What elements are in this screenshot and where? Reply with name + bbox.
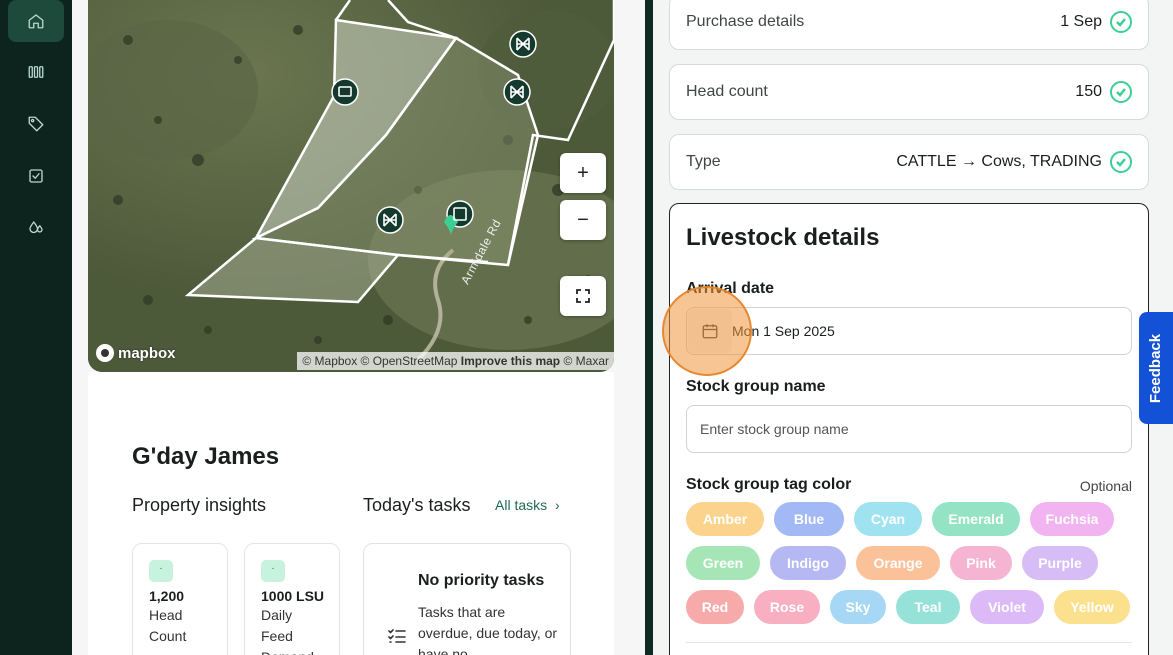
nav-home[interactable] (8, 0, 64, 42)
improve-map-link[interactable]: Improve this map (461, 354, 560, 368)
type-row[interactable]: Type CATTLE → Cows, TRADING (669, 134, 1149, 190)
expand-icon (576, 289, 590, 303)
task-card-title: No priority tasks (418, 572, 545, 589)
stat-card-feed-demand[interactable]: · 1000 LSU Daily Feed Demand (244, 543, 340, 655)
tag-color-orange[interactable]: Orange (856, 546, 940, 580)
stock-group-name-input[interactable] (687, 421, 1131, 437)
purchase-details-row[interactable]: Purchase details 1 Sep (669, 0, 1149, 50)
feedback-button[interactable]: Feedback (1139, 312, 1173, 424)
stat-card-head-count[interactable]: · 1,200 Head Count (132, 543, 228, 655)
tag-color-pink[interactable]: Pink (950, 546, 1012, 580)
all-tasks-label: All tasks (495, 497, 548, 513)
stat-icon: · (261, 560, 285, 582)
stock-group-name-field[interactable] (686, 405, 1132, 453)
row-value: 1 Sep (1060, 13, 1102, 30)
arrival-date-value: Mon 1 Sep 2025 (732, 323, 835, 339)
satellite-imagery (88, 0, 614, 372)
head-count-row[interactable]: Head count 150 (669, 64, 1149, 120)
tag-color-amber[interactable]: Amber (686, 502, 764, 536)
zoom-out-button[interactable]: − (560, 200, 606, 240)
livestock-details-title: Livestock details (686, 224, 880, 251)
tag-color-label: Stock group tag color (686, 476, 852, 493)
greeting: G'day James (132, 443, 280, 470)
tag-color-cyan[interactable]: Cyan (854, 502, 922, 536)
row-label: Type (686, 153, 721, 170)
tag-color-green[interactable]: Green (686, 546, 760, 580)
add-livestock-panel: Purchase details 1 Sep Head count 150 Ty… (653, 0, 1173, 655)
row-value: 150 (1075, 83, 1102, 100)
nav-tags[interactable] (8, 103, 64, 145)
tag-icon (28, 116, 44, 132)
stat-value: 1000 LSU (261, 588, 325, 604)
nav-paddocks[interactable] (8, 51, 64, 93)
zoom-in-button[interactable]: + (560, 153, 606, 193)
check-circle-icon (1110, 151, 1132, 173)
sidebar (0, 0, 72, 655)
nav-water[interactable] (8, 207, 64, 249)
checklist-icon (388, 629, 406, 643)
paddocks-icon (28, 66, 44, 78)
task-card[interactable]: No priority tasks Tasks that are overdue… (363, 543, 571, 655)
nav-tasks[interactable] (8, 155, 64, 197)
mapbox-logo-icon (96, 344, 114, 362)
row-label: Head count (686, 83, 768, 100)
feedback-label: Feedback (1147, 333, 1165, 403)
attribution-maxar: © Maxar (563, 354, 609, 368)
stat-label: Daily Feed Demand (261, 607, 314, 655)
tag-color-teal[interactable]: Teal (896, 590, 960, 624)
task-card-body: Tasks that are overdue, due today, or ha… (418, 604, 558, 655)
tag-color-violet[interactable]: Violet (970, 590, 1044, 624)
all-tasks-link[interactable]: All tasks › (495, 497, 560, 513)
main-pane: Armidale Rd + − mapbox © Mapbox © OpenSt… (72, 0, 645, 655)
chevron-right-icon: › (555, 497, 560, 513)
mapbox-logo-text: mapbox (118, 344, 176, 362)
stock-group-name-label: Stock group name (686, 378, 826, 395)
tag-color-purple[interactable]: Purple (1022, 546, 1098, 580)
check-circle-icon (1110, 11, 1132, 33)
property-map[interactable]: Armidale Rd + − mapbox © Mapbox © OpenSt… (88, 0, 614, 372)
tag-color-blue[interactable]: Blue (774, 502, 844, 536)
tag-color-emerald[interactable]: Emerald (932, 502, 1020, 536)
map-attribution: © Mapbox © OpenStreetMap Improve this ma… (297, 352, 614, 370)
task-check-icon (29, 169, 43, 183)
tag-color-yellow[interactable]: Yellow (1054, 590, 1130, 624)
divider (686, 642, 1132, 643)
row-value: CATTLE → Cows, TRADING (896, 153, 1102, 170)
optional-label: Optional (1079, 478, 1132, 494)
row-label: Purchase details (686, 13, 805, 30)
arrival-date-field[interactable]: Mon 1 Sep 2025 (686, 307, 1132, 355)
livestock-details-section: Livestock details Arrival date Mon 1 Sep… (669, 203, 1149, 655)
check-circle-icon (1110, 81, 1132, 103)
drops-icon (29, 221, 43, 234)
stat-label: Head Count (149, 607, 187, 644)
tag-color-rose[interactable]: Rose (754, 590, 820, 624)
arrival-date-label: Arrival date (686, 280, 775, 297)
property-insights-heading: Property insights (132, 495, 267, 515)
calendar-icon[interactable] (688, 309, 732, 353)
tag-color-indigo[interactable]: Indigo (770, 546, 846, 580)
attribution-text: © Mapbox © OpenStreetMap (302, 354, 458, 368)
todays-tasks-heading: Today's tasks (363, 495, 471, 515)
home-icon (28, 14, 44, 29)
fullscreen-button[interactable] (560, 276, 606, 316)
stat-value: 1,200 (149, 588, 185, 604)
tag-color-fuchsia[interactable]: Fuchsia (1030, 502, 1114, 536)
mapbox-logo[interactable]: mapbox (96, 344, 176, 362)
tag-color-sky[interactable]: Sky (830, 590, 886, 624)
stat-icon: · (149, 560, 173, 582)
tag-color-red[interactable]: Red (686, 590, 744, 624)
